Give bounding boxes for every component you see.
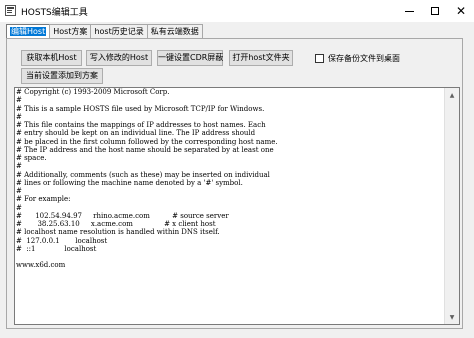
add-to-scheme-button[interactable]: 当前设置添加到方案 bbox=[21, 68, 103, 84]
tab-strip: 编辑Host Host方案 host历史记录 私有云端数据 bbox=[6, 24, 203, 39]
close-icon: ✕ bbox=[455, 4, 467, 18]
backup-label: 保存备份文件到桌面 bbox=[328, 53, 400, 63]
title-bar: HOSTS编辑工具 ✕ bbox=[0, 0, 474, 22]
minimize-button[interactable] bbox=[396, 0, 422, 22]
backup-checkbox[interactable] bbox=[315, 53, 324, 63]
write-modified-host-button[interactable]: 写入修改的Host bbox=[86, 50, 152, 66]
open-host-folder-button[interactable]: 打开host文件夹 bbox=[229, 50, 293, 66]
scroll-down-icon[interactable]: ▼ bbox=[445, 310, 459, 324]
hosts-editor[interactable]: # Copyright (c) 1993-2009 Microsoft Corp… bbox=[14, 87, 460, 325]
backup-option[interactable]: 保存备份文件到桌面 bbox=[315, 52, 400, 64]
tab-host-scheme[interactable]: Host方案 bbox=[49, 24, 92, 38]
tab-host-scheme-label: Host方案 bbox=[53, 27, 88, 36]
get-local-host-button[interactable]: 获取本机Host bbox=[21, 50, 82, 66]
set-cdn-shield-button[interactable]: 一键设置CDR屏蔽 bbox=[157, 50, 223, 66]
close-button[interactable]: ✕ bbox=[448, 0, 474, 22]
tab-host-history[interactable]: host历史记录 bbox=[90, 24, 148, 38]
maximize-button[interactable] bbox=[422, 0, 448, 22]
window-title: HOSTS编辑工具 bbox=[21, 8, 88, 18]
maximize-icon bbox=[431, 7, 439, 15]
tab-private-cloud[interactable]: 私有云端数据 bbox=[146, 24, 203, 38]
scroll-up-icon[interactable]: ▲ bbox=[445, 88, 459, 102]
tab-private-cloud-label: 私有云端数据 bbox=[150, 27, 199, 36]
app-icon bbox=[5, 5, 16, 16]
vertical-scrollbar[interactable]: ▲ ▼ bbox=[444, 88, 459, 324]
tab-edit-host-label: 编辑Host bbox=[10, 27, 47, 36]
hosts-text[interactable]: # Copyright (c) 1993-2009 Microsoft Corp… bbox=[15, 88, 459, 270]
tab-edit-host[interactable]: 编辑Host bbox=[6, 24, 51, 39]
minimize-icon bbox=[404, 10, 414, 12]
tab-host-history-label: host历史记录 bbox=[94, 27, 144, 36]
